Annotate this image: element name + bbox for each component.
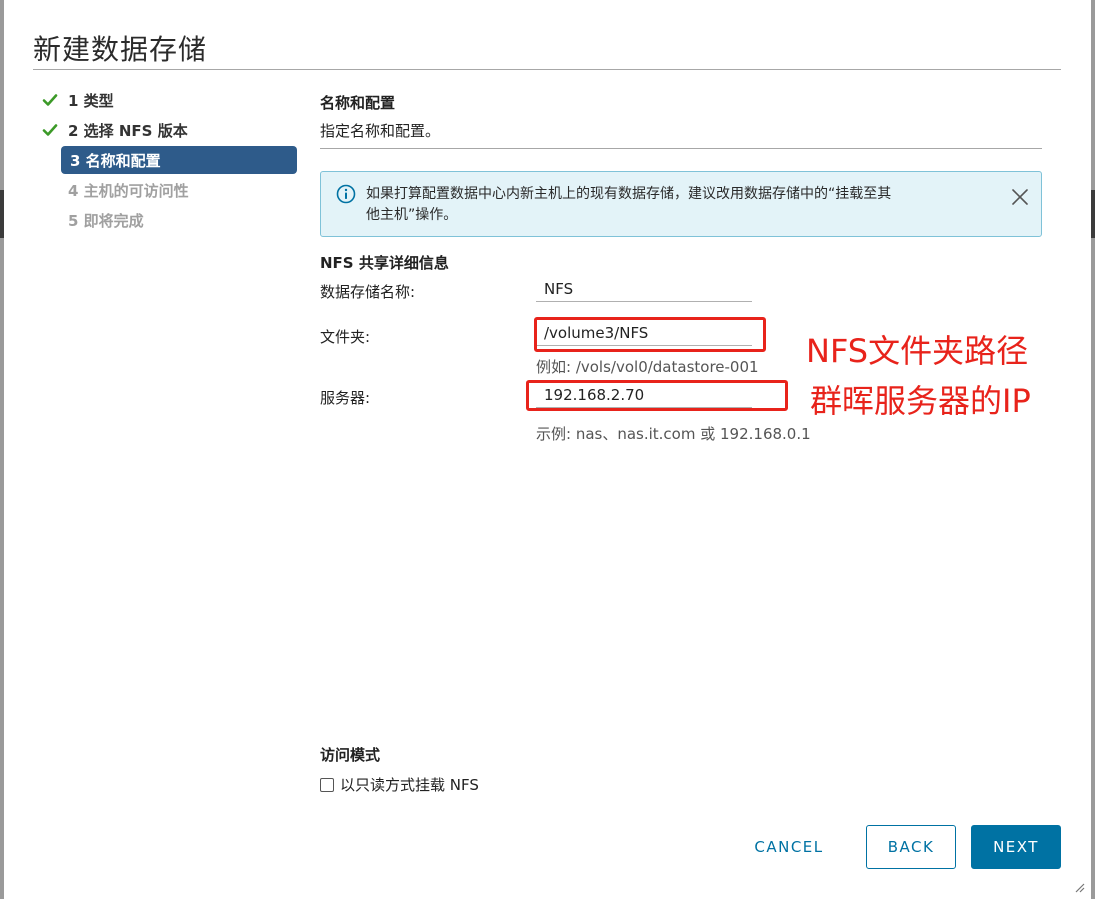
access-mode-title: 访问模式 <box>320 746 381 764</box>
back-button[interactable]: BACK <box>866 825 956 869</box>
info-icon <box>336 184 356 204</box>
checkmark-icon <box>42 94 58 106</box>
wizard-steps: 1 类型 2 选择 NFS 版本 3 名称和配置 4 主机的可访问性 5 即将完… <box>40 86 297 236</box>
background-page-right <box>1091 0 1095 899</box>
step-name-and-config[interactable]: 3 名称和配置 <box>61 146 297 174</box>
readonly-label: 以只读方式挂载 NFS <box>340 776 479 794</box>
step-nfs-version[interactable]: 2 选择 NFS 版本 <box>40 116 297 144</box>
datastore-name-label: 数据存储名称: <box>320 283 416 301</box>
step-label: 4 主机的可访问性 <box>68 181 189 200</box>
step-ready-to-complete: 5 即将完成 <box>40 206 297 234</box>
cancel-button[interactable]: CANCEL <box>744 825 834 869</box>
section-title: 名称和配置 <box>320 94 396 112</box>
checkmark-icon <box>42 124 58 136</box>
folder-input[interactable] <box>536 320 752 346</box>
server-annotation-text: 群晖服务器的IP <box>810 382 1031 420</box>
step-label: 2 选择 NFS 版本 <box>68 121 188 140</box>
server-hint: 示例: nas、nas.it.com 或 192.168.0.1 <box>536 425 811 443</box>
alert-line-2: 他主机”操作。 <box>366 207 458 223</box>
dialog-title: 新建数据存储 <box>33 33 208 66</box>
readonly-option[interactable]: 以只读方式挂载 NFS <box>320 774 479 795</box>
info-alert: 如果打算配置数据中心内新主机上的现有数据存储，建议改用数据存储中的“挂载至其 他… <box>320 171 1042 237</box>
nfs-details-title: NFS 共享详细信息 <box>320 254 449 272</box>
folder-annotation-text: NFS文件夹路径 <box>806 332 1029 370</box>
new-datastore-dialog: 新建数据存储 1 类型 2 选择 NFS 版本 3 名称和配置 4 主机的可访问… <box>4 0 1091 899</box>
title-divider <box>33 69 1061 70</box>
step-label: 5 即将完成 <box>68 211 144 230</box>
step-label: 1 类型 <box>68 91 114 110</box>
folder-hint: 例如: /vols/vol0/datastore-001 <box>536 358 759 376</box>
server-label: 服务器: <box>320 389 371 407</box>
next-button[interactable]: NEXT <box>971 825 1061 869</box>
resize-grip-icon[interactable] <box>1073 881 1085 893</box>
step-type[interactable]: 1 类型 <box>40 86 297 114</box>
alert-message: 如果打算配置数据中心内新主机上的现有数据存储，建议改用数据存储中的“挂载至其 他… <box>366 184 986 226</box>
alert-line-1: 如果打算配置数据中心内新主机上的现有数据存储，建议改用数据存储中的“挂载至其 <box>366 186 892 202</box>
readonly-checkbox[interactable] <box>320 777 334 792</box>
section-subtitle: 指定名称和配置。 <box>320 122 441 140</box>
server-input[interactable] <box>536 382 752 408</box>
close-icon[interactable] <box>1011 188 1029 206</box>
folder-label: 文件夹: <box>320 328 371 346</box>
step-label: 3 名称和配置 <box>70 151 161 170</box>
section-divider <box>320 148 1042 149</box>
step-host-accessibility: 4 主机的可访问性 <box>40 176 297 204</box>
datastore-name-input[interactable] <box>536 276 752 302</box>
